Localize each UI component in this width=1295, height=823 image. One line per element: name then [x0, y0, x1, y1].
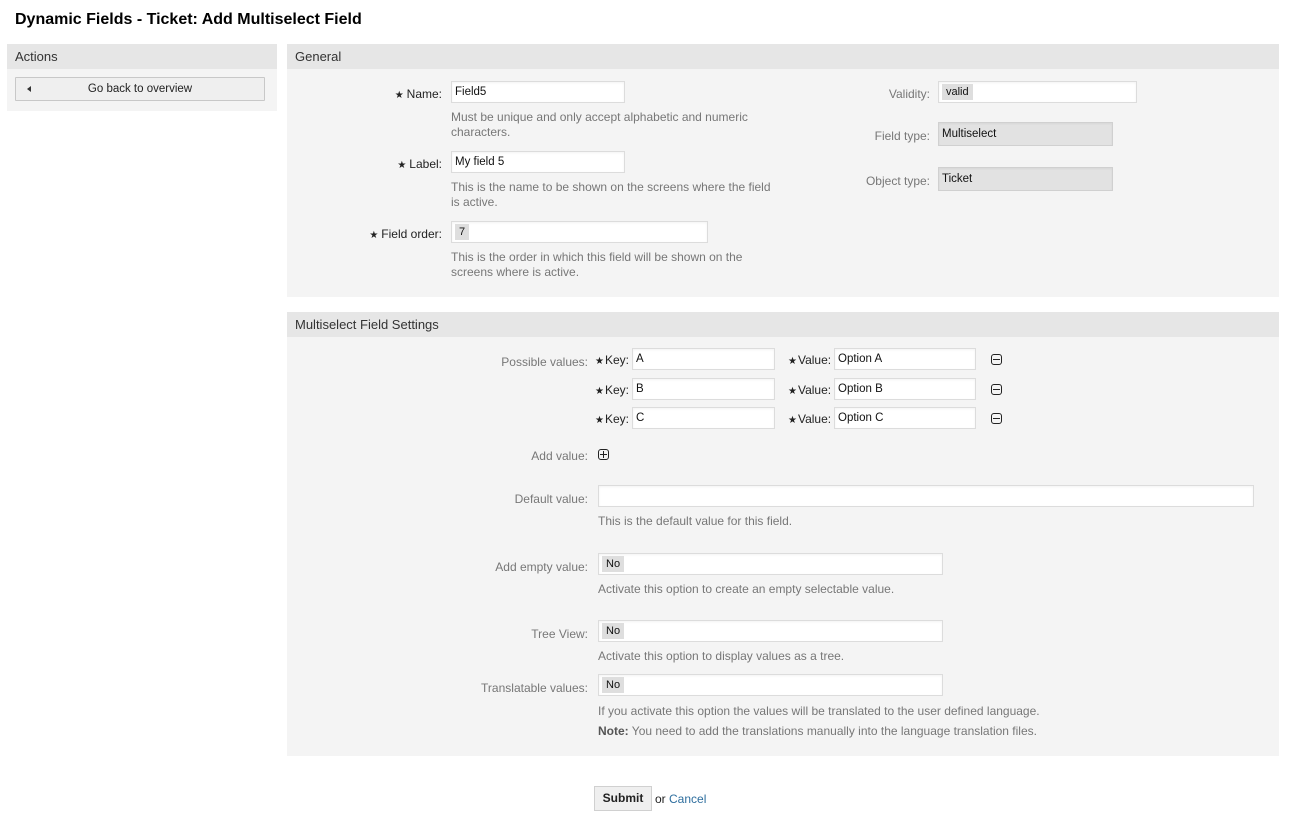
tree-view-select[interactable]: No [598, 620, 943, 642]
remove-value-icon[interactable] [991, 354, 1002, 365]
possible-values-label: Possible values: [501, 355, 588, 369]
value-input[interactable]: Option C [834, 407, 976, 429]
value-label: ★Value: [788, 412, 832, 426]
field-order-select[interactable]: 7 [451, 221, 708, 243]
key-input[interactable]: B [632, 378, 775, 400]
tree-view-help: Activate this option to display values a… [598, 649, 845, 663]
add-empty-value-select[interactable]: No [598, 553, 943, 575]
add-value-label: Add value: [531, 449, 588, 463]
required-star-icon: ★ [397, 160, 407, 171]
go-back-label: Go back to overview [87, 83, 193, 95]
required-star-icon: ★ [595, 386, 604, 397]
field-type-label: Field type: [874, 129, 930, 143]
object-type-value: Ticket [938, 167, 1113, 191]
translatable-values-label: Translatable values: [481, 681, 588, 695]
default-value-label: Default value: [514, 492, 588, 506]
cancel-link[interactable]: Cancel [669, 792, 706, 806]
value-input[interactable]: Option A [834, 348, 976, 370]
name-help: Must be unique and only accept alphabeti… [451, 110, 748, 139]
key-label: ★Key: [595, 412, 629, 426]
required-star-icon: ★ [788, 356, 797, 367]
general-header: General [287, 44, 1279, 69]
add-empty-value-label: Add empty value: [495, 560, 588, 574]
remove-value-icon[interactable] [991, 413, 1002, 424]
add-value-icon[interactable] [598, 449, 609, 460]
add-empty-value-help: Activate this option to create an empty … [598, 582, 895, 596]
field-type-value: Multiselect [938, 122, 1113, 146]
value-input[interactable]: Option B [834, 378, 976, 400]
translatable-values-help: If you activate this option the values w… [598, 704, 1040, 718]
settings-header: Multiselect Field Settings [287, 312, 1279, 337]
actions-header: Actions [7, 44, 277, 69]
validity-value: valid [942, 84, 973, 100]
add-empty-value-value: No [602, 556, 625, 572]
default-value-help: This is the default value for this field… [598, 514, 793, 528]
field-order-help: This is the order in which this field wi… [451, 250, 743, 279]
actions-sidebar: Actions Go back to overview [7, 44, 277, 111]
name-label: ★ Name: [394, 87, 442, 101]
arrow-left-icon [27, 86, 31, 92]
validity-label: Validity: [888, 87, 930, 101]
tree-view-label: Tree View: [531, 627, 588, 641]
label-label: ★ Label: [397, 157, 442, 171]
label-input[interactable]: My field 5 [451, 151, 625, 173]
multiselect-settings-panel: Multiselect Field Settings Possible valu… [287, 312, 1279, 756]
required-star-icon: ★ [595, 415, 604, 426]
translatable-values-value: No [602, 677, 625, 693]
translatable-values-select[interactable]: No [598, 674, 943, 696]
value-label: ★Value: [788, 353, 832, 367]
key-input[interactable]: C [632, 407, 775, 429]
tree-view-value: No [602, 623, 625, 639]
required-star-icon: ★ [788, 415, 797, 426]
page-title: Dynamic Fields - Ticket: Add Multiselect… [15, 11, 362, 28]
general-panel: General ★ Name: Field5 Must be unique and… [287, 44, 1279, 297]
required-star-icon: ★ [788, 386, 797, 397]
remove-value-icon[interactable] [991, 384, 1002, 395]
go-back-button[interactable]: Go back to overview [15, 77, 265, 101]
default-value-input[interactable] [598, 485, 1254, 507]
label-help: This is the name to be shown on the scre… [451, 180, 771, 209]
required-star-icon: ★ [394, 90, 404, 101]
value-label: ★Value: [788, 383, 832, 397]
field-order-label: ★ Field order: [369, 227, 442, 241]
field-order-value: 7 [455, 224, 470, 240]
or-text: or [655, 792, 666, 806]
required-star-icon: ★ [595, 356, 604, 367]
validity-select[interactable]: valid [938, 81, 1137, 103]
required-star-icon: ★ [369, 230, 379, 241]
key-label: ★Key: [595, 353, 629, 367]
object-type-label: Object type: [865, 174, 930, 188]
key-label: ★Key: [595, 383, 629, 397]
submit-button[interactable]: Submit [594, 786, 652, 811]
key-input[interactable]: A [632, 348, 775, 370]
translatable-values-note: Note: You need to add the translations m… [598, 724, 1037, 738]
name-input[interactable]: Field5 [451, 81, 625, 103]
